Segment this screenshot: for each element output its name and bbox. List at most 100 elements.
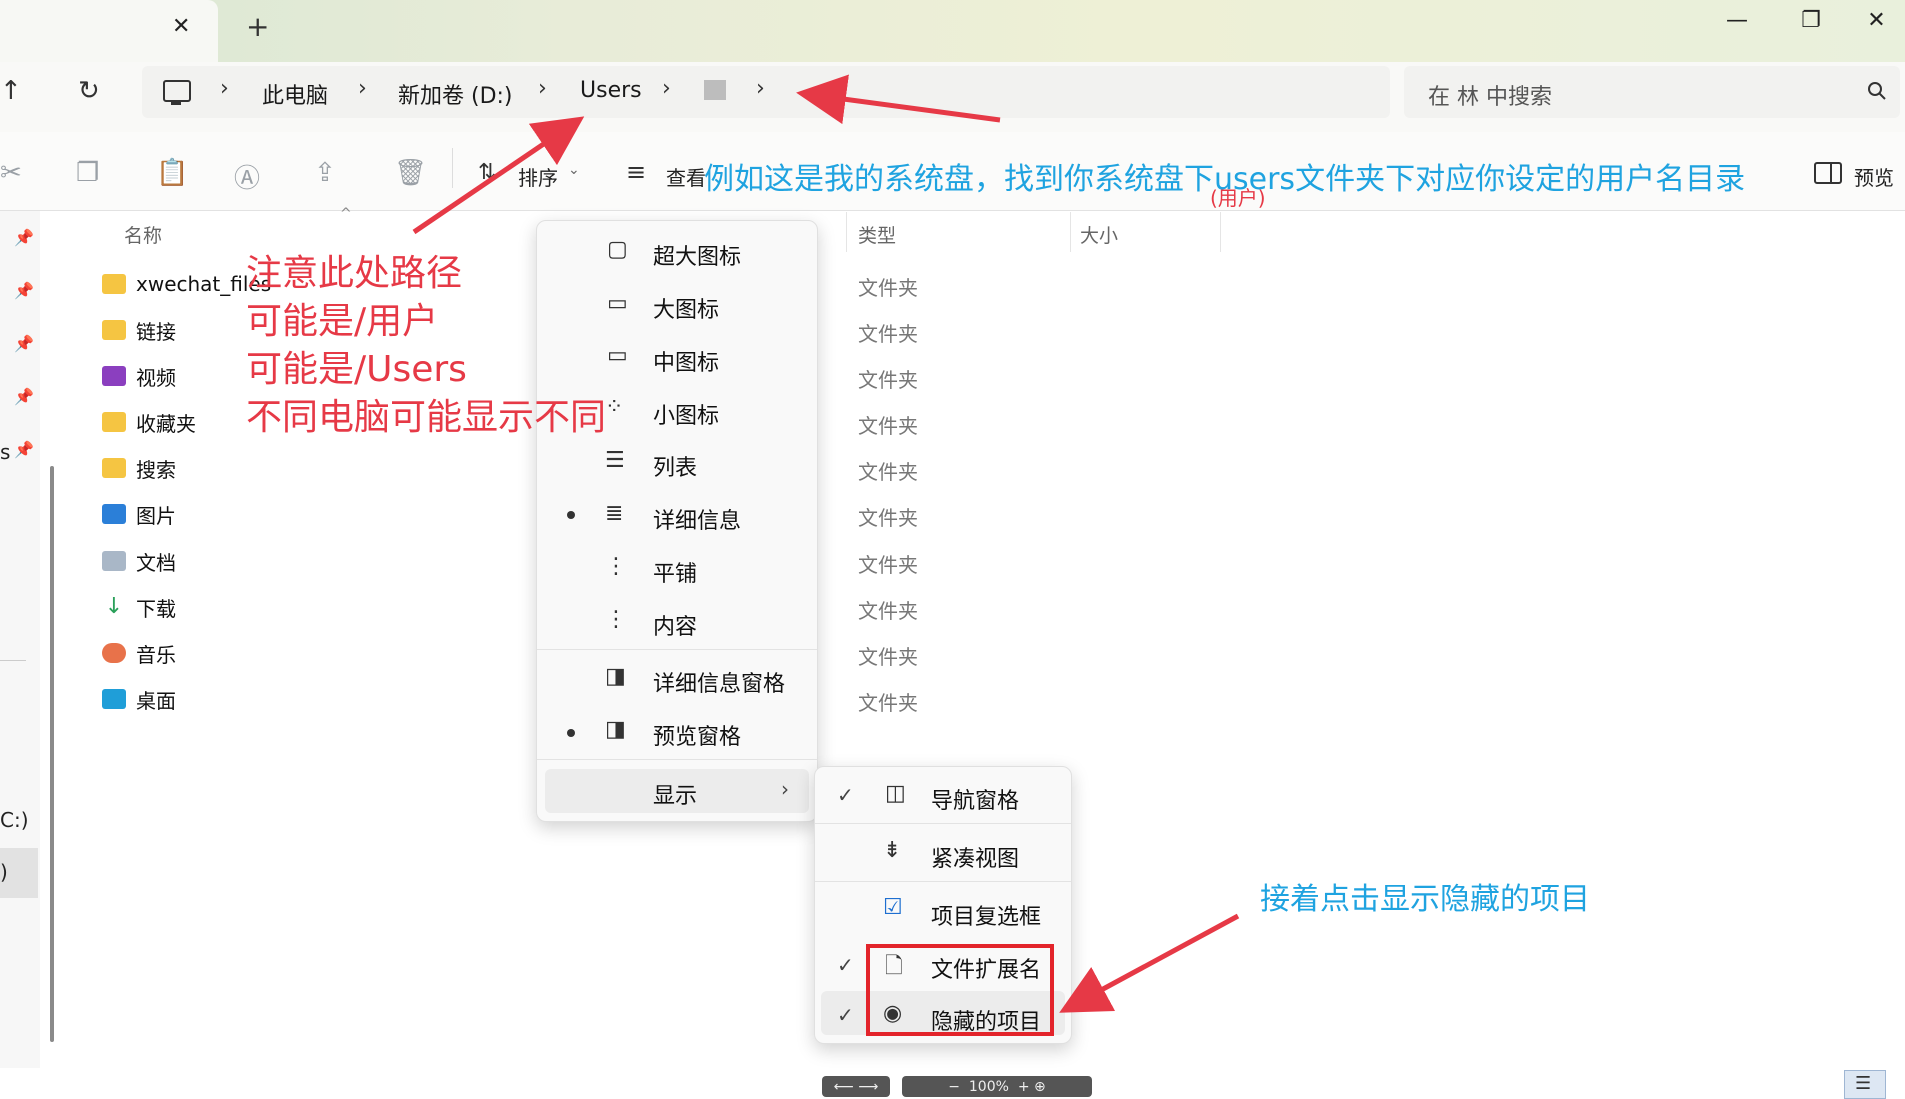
up-button[interactable]: ↑ — [0, 76, 22, 106]
breadcrumb-separator[interactable]: › — [756, 76, 765, 101]
close-window-button[interactable]: ✕ — [1848, 0, 1905, 40]
menu-item-large-icons[interactable]: 大图标 — [653, 292, 719, 324]
rename-icon[interactable]: Ⓐ — [234, 158, 260, 195]
breadcrumb-separator[interactable]: › — [538, 76, 547, 101]
sort-up-icon: ^ — [340, 206, 352, 222]
navigation-pane-icon: ◫ — [885, 781, 906, 806]
share-icon[interactable]: ⇪ — [314, 158, 336, 188]
column-divider[interactable] — [1220, 212, 1221, 252]
menu-item-navigation-pane[interactable]: 导航窗格 — [931, 783, 1019, 815]
nav-arrows-button[interactable]: ⟵ ⟶ — [822, 1076, 890, 1097]
view-icon[interactable]: ≡ — [626, 158, 646, 186]
arrow-to-hidden-items — [1059, 913, 1240, 1013]
menu-item-preview-pane[interactable]: 预览窗格 — [653, 719, 741, 751]
menu-item-tiles[interactable]: 平铺 — [653, 556, 697, 588]
file-row[interactable]: 桌面 — [102, 679, 176, 719]
nav-scrollbar[interactable] — [50, 466, 54, 1042]
cut-icon[interactable]: ✂ — [0, 158, 22, 188]
pin-icon[interactable]: 📌 — [14, 387, 34, 406]
file-row[interactable]: 图片 — [102, 494, 176, 534]
pin-icon[interactable]: 📌 — [14, 281, 34, 300]
breadcrumb-drive-d[interactable]: 新加卷 (D:) — [398, 78, 513, 110]
pin-icon[interactable]: 📌 — [14, 334, 34, 353]
file-name: 搜索 — [136, 457, 176, 482]
menu-item-show[interactable]: 显示 › — [545, 769, 809, 813]
file-name: 链接 — [136, 319, 176, 344]
large-icons-icon: ▭ — [607, 291, 628, 316]
menu-item-details[interactable]: 详细信息 — [653, 503, 741, 535]
breadcrumb-redacted-user[interactable] — [704, 80, 726, 100]
view-button[interactable]: 查看 — [666, 162, 706, 191]
nav-drive-c[interactable]: C:) — [0, 808, 29, 832]
pin-icon[interactable]: 📌 — [14, 440, 34, 459]
file-row[interactable]: 链接 — [102, 310, 176, 350]
file-row[interactable]: 音乐 — [102, 633, 176, 673]
file-row[interactable]: 搜索 — [102, 448, 176, 488]
column-divider[interactable] — [846, 212, 847, 252]
menu-item-medium-icons[interactable]: 中图标 — [653, 345, 719, 377]
menu-item-list[interactable]: 列表 — [653, 450, 697, 482]
sort-icon[interactable]: ⇅ — [478, 160, 496, 185]
video-folder-icon — [102, 366, 126, 386]
sort-button[interactable]: 排序 — [518, 162, 558, 191]
file-type: 文件夹 — [858, 414, 918, 438]
close-tab-button[interactable]: ✕ — [172, 14, 190, 39]
file-name: 桌面 — [136, 688, 176, 713]
copy-icon[interactable]: ❐ — [76, 158, 99, 188]
file-type: 文件夹 — [858, 322, 918, 346]
delete-icon[interactable]: 🗑 — [394, 158, 427, 188]
new-tab-button[interactable]: + — [246, 10, 269, 43]
item-checkbox-icon: ☑ — [883, 895, 903, 920]
pictures-folder-icon — [102, 504, 126, 524]
file-row[interactable]: 视频 — [102, 356, 176, 396]
address-bar[interactable] — [142, 66, 1390, 118]
breadcrumb-this-pc[interactable]: 此电脑 — [262, 78, 328, 110]
preview-pane-menu-icon: ◨ — [605, 717, 626, 742]
preview-button[interactable]: 预览 — [1854, 162, 1894, 191]
file-type: 文件夹 — [858, 368, 918, 392]
list-icon: ☰ — [605, 448, 625, 473]
search-placeholder[interactable]: 在 林 中搜索 — [1428, 79, 1552, 111]
this-pc-icon[interactable] — [163, 80, 191, 102]
breadcrumb-separator[interactable]: › — [662, 76, 671, 101]
folder-icon — [102, 412, 126, 432]
zoom-control[interactable]: − 100% + ⊕ — [902, 1076, 1092, 1097]
sort-chevron-icon[interactable]: ⌄ — [568, 162, 580, 178]
menu-item-extra-large-icons[interactable]: 超大图标 — [653, 239, 741, 271]
file-row[interactable]: 收藏夹 — [102, 402, 196, 442]
column-header-name[interactable]: 名称 — [124, 221, 162, 248]
breadcrumb-users[interactable]: Users — [580, 78, 642, 103]
zoom-level: 100% — [968, 1078, 1009, 1095]
refresh-button[interactable]: ↻ — [78, 76, 100, 106]
file-name: 下载 — [136, 596, 176, 621]
preview-pane-icon[interactable] — [1814, 162, 1842, 184]
menu-item-details-pane[interactable]: 详细信息窗格 — [653, 666, 785, 698]
zoom-in-icon[interactable]: + ⊕ — [1009, 1079, 1046, 1095]
zoom-out-icon[interactable]: − — [948, 1079, 969, 1095]
selected-bullet-icon — [567, 511, 575, 519]
paste-icon[interactable]: 📋 — [156, 158, 188, 188]
restore-button[interactable]: ❐ — [1774, 0, 1848, 40]
pin-icon[interactable]: 📌 — [14, 228, 34, 247]
nav-drive-selected-label: ) — [0, 860, 8, 884]
breadcrumb-separator[interactable]: › — [358, 76, 367, 101]
column-header-size[interactable]: 大小 — [1080, 221, 1118, 248]
details-view-toggle[interactable]: ☰ — [1844, 1070, 1886, 1099]
minimize-button[interactable]: — — [1700, 0, 1774, 40]
search-icon[interactable] — [1866, 80, 1888, 102]
column-header-type[interactable]: 类型 — [858, 221, 896, 248]
highlight-box — [866, 944, 1054, 1036]
menu-item-item-checkboxes[interactable]: 项目复选框 — [931, 899, 1041, 931]
file-row[interactable]: 文档 — [102, 541, 176, 581]
file-name: 文档 — [136, 550, 176, 575]
column-divider[interactable] — [1070, 212, 1071, 252]
nav-item-s[interactable]: s — [0, 440, 10, 464]
file-row[interactable]: ↓ 下载 — [102, 587, 176, 627]
desktop-folder-icon — [102, 689, 126, 709]
nav-drive-selected[interactable]: ) — [0, 848, 38, 898]
menu-item-content[interactable]: 内容 — [653, 609, 697, 641]
menu-item-compact-view[interactable]: 紧凑视图 — [931, 841, 1019, 873]
breadcrumb-separator[interactable]: › — [220, 76, 229, 101]
this-pc-icon-stand — [171, 102, 181, 105]
menu-item-small-icons[interactable]: 小图标 — [653, 398, 719, 430]
